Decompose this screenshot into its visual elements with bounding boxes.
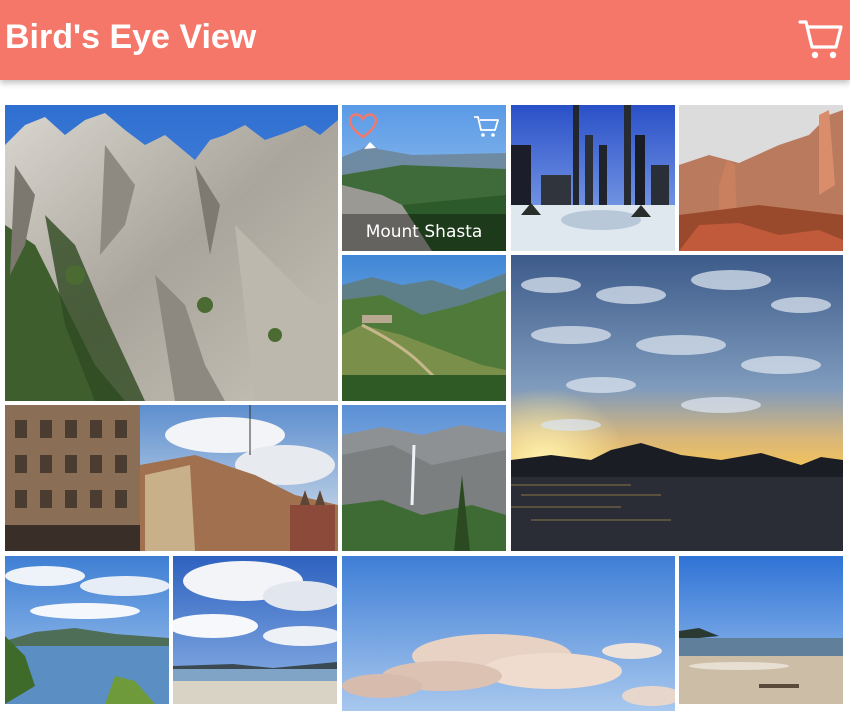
mountain-crags-image (5, 105, 338, 401)
photo-tile-sandy-beach[interactable] (679, 556, 843, 704)
shopping-cart-icon (798, 20, 843, 59)
island-bay-image (5, 556, 169, 704)
photo-tile-cloudy-coast[interactable] (173, 556, 337, 704)
city-skyline-image (511, 105, 675, 251)
photo-tile-city-skyline[interactable] (511, 105, 675, 251)
pink-clouds-image (342, 556, 675, 711)
cloudy-coast-image (173, 556, 337, 704)
app-title: Bird's Eye View (5, 18, 257, 56)
photo-tile-sunset-lake[interactable] (511, 255, 843, 551)
photo-tile-island-bay[interactable] (5, 556, 169, 704)
mountain-valley-image (342, 255, 506, 401)
app-bar: Bird's Eye View (0, 0, 850, 80)
photo-tile-mount-shasta[interactable]: Mount Shasta (342, 105, 506, 251)
photo-tile-old-street[interactable] (5, 405, 338, 551)
add-to-cart-icon[interactable] (472, 114, 500, 140)
yosemite-falls-image (342, 405, 506, 551)
heart-outline-icon[interactable] (349, 113, 377, 139)
photo-tile-red-rock-spires[interactable] (679, 105, 843, 251)
shopping-cart-button[interactable] (796, 14, 844, 62)
photo-tile-pink-clouds[interactable] (342, 556, 675, 711)
photo-caption: Mount Shasta (342, 214, 506, 251)
photo-tile-castle-crags[interactable] (5, 105, 338, 401)
sandy-beach-image (679, 556, 843, 704)
red-rock-spires-image (679, 105, 843, 251)
photo-tile-mountain-valley[interactable] (342, 255, 506, 401)
photo-grid: Mount Shasta (0, 0, 850, 711)
photo-tile-yosemite[interactable] (342, 405, 506, 551)
sunset-lake-image (511, 255, 843, 551)
old-street-image (5, 405, 338, 551)
